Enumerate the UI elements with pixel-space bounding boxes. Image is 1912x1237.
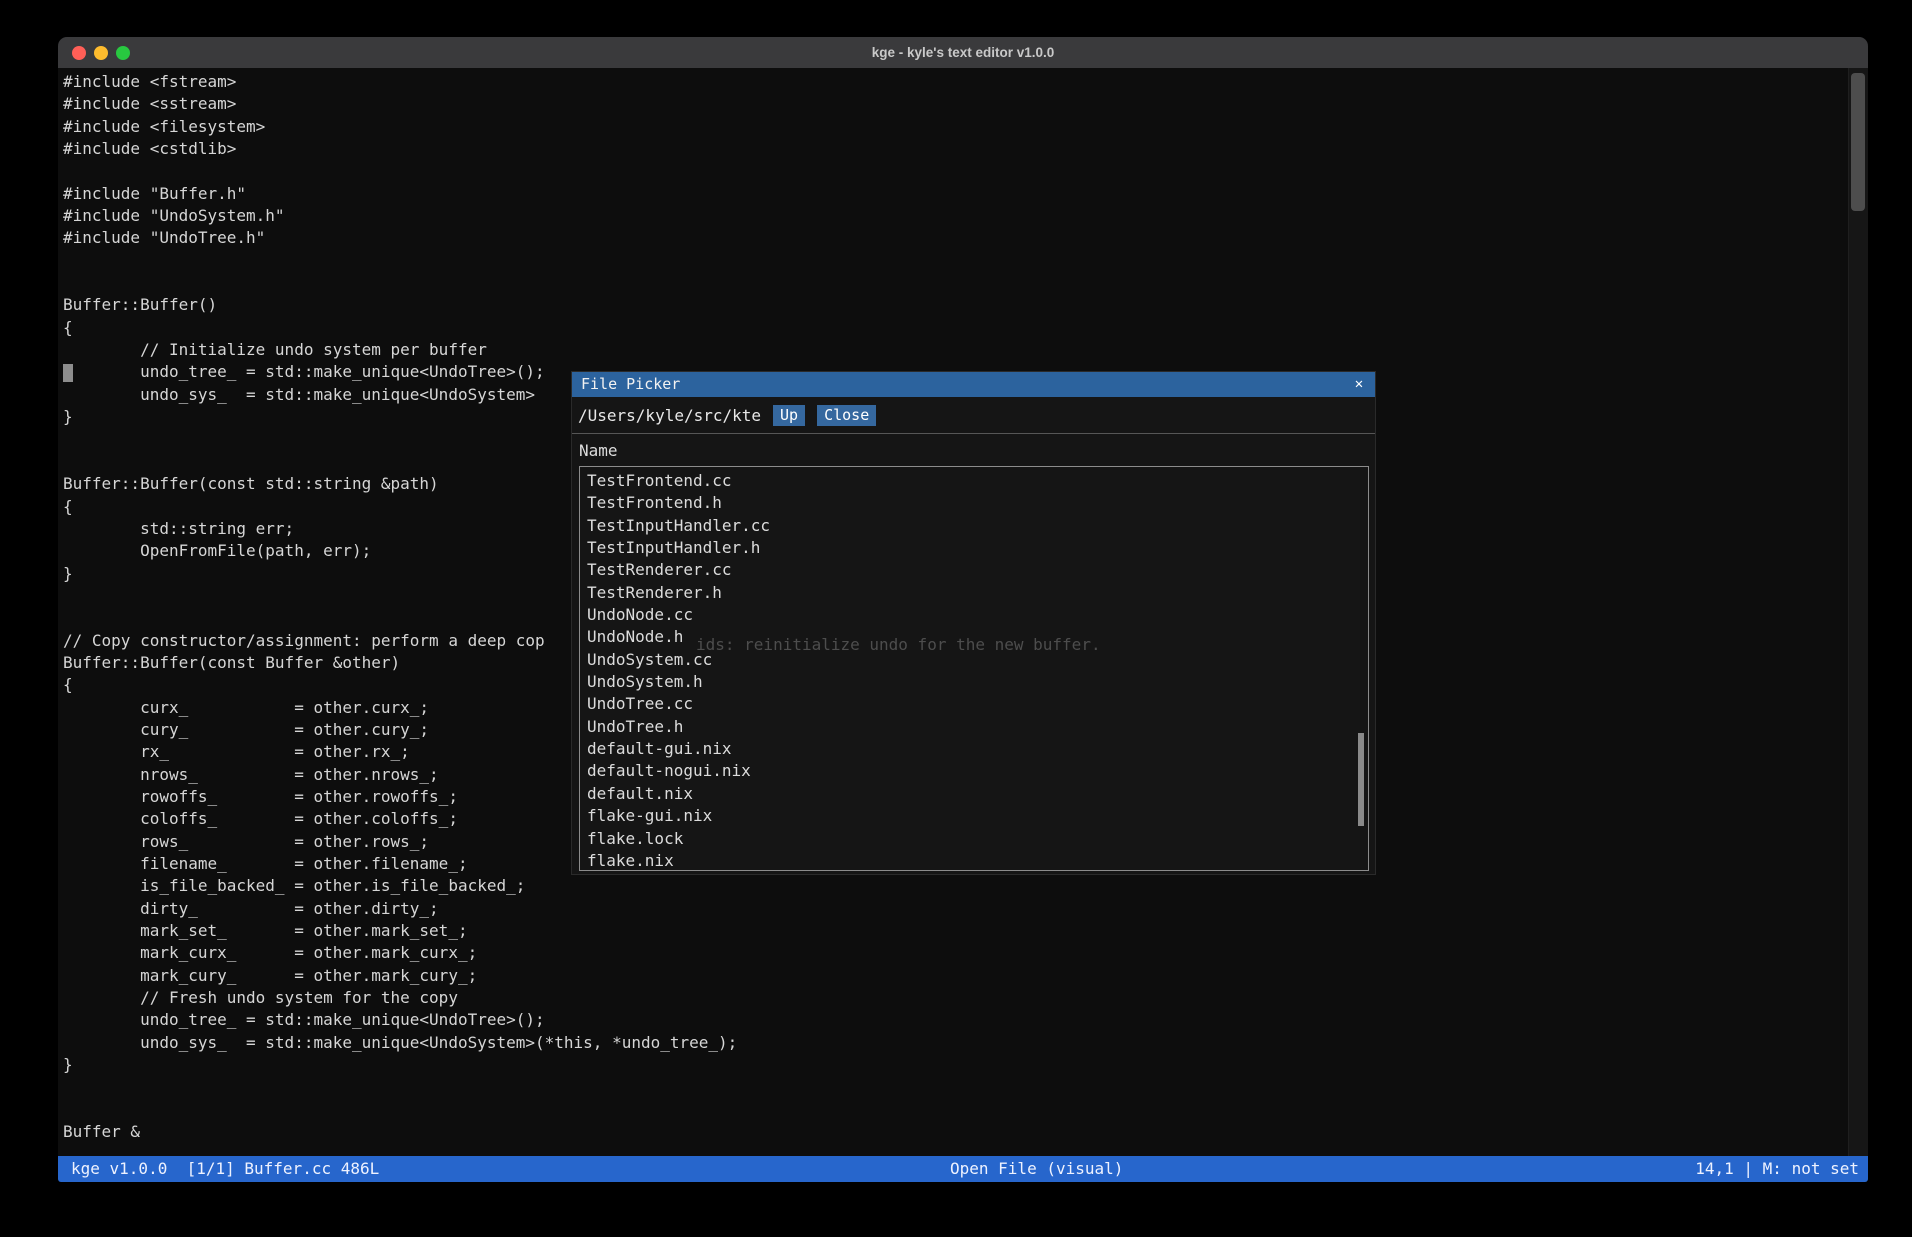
name-column-header: Name bbox=[572, 434, 1375, 466]
file-list-item[interactable]: default.nix bbox=[580, 783, 1368, 805]
up-button[interactable]: Up bbox=[773, 405, 805, 426]
file-list-item[interactable]: UndoSystem.cc bbox=[580, 649, 1368, 671]
close-button[interactable]: Close bbox=[817, 405, 876, 426]
file-list-item[interactable]: TestInputHandler.cc bbox=[580, 515, 1368, 537]
status-cursor-position: 14,1 | M: not set bbox=[1695, 1156, 1859, 1182]
file-list-item[interactable]: UndoTree.h bbox=[580, 716, 1368, 738]
file-list-item[interactable]: TestRenderer.cc bbox=[580, 559, 1368, 581]
status-mode: Open File (visual) bbox=[950, 1156, 1123, 1182]
close-icon[interactable]: ✕ bbox=[1350, 372, 1368, 397]
window-titlebar[interactable]: kge - kyle's text editor v1.0.0 bbox=[58, 37, 1868, 69]
file-list-item[interactable]: UndoNode.cc bbox=[580, 604, 1368, 626]
file-list-item[interactable]: UndoTree.cc bbox=[580, 693, 1368, 715]
status-left: kge v1.0.0 [1/1] Buffer.cc 486L bbox=[71, 1156, 379, 1182]
editor-cursor bbox=[63, 364, 73, 382]
file-list-item[interactable]: UndoSystem.h bbox=[580, 671, 1368, 693]
editor-scrollbar[interactable] bbox=[1848, 68, 1868, 1156]
file-picker-title: File Picker bbox=[581, 375, 680, 393]
file-list-item[interactable]: TestRenderer.h bbox=[580, 582, 1368, 604]
file-list-item[interactable]: default-gui.nix bbox=[580, 738, 1368, 760]
editor-scrollbar-thumb[interactable] bbox=[1851, 73, 1865, 211]
file-list-item[interactable]: default-nogui.nix bbox=[580, 760, 1368, 782]
file-list-scrollbar-thumb[interactable] bbox=[1358, 733, 1364, 826]
file-list-item[interactable]: flake-gui.nix bbox=[580, 805, 1368, 827]
file-picker-titlebar[interactable]: File Picker ✕ bbox=[572, 372, 1375, 397]
file-list-item[interactable]: flake.nix bbox=[580, 850, 1368, 871]
file-list-item[interactable]: TestInputHandler.h bbox=[580, 537, 1368, 559]
file-list-item[interactable]: TestFrontend.h bbox=[580, 492, 1368, 514]
file-picker-path-row: /Users/kyle/src/kte Up Close bbox=[572, 397, 1375, 433]
current-path: /Users/kyle/src/kte bbox=[578, 406, 761, 425]
status-bar: kge v1.0.0 [1/1] Buffer.cc 486L Open Fil… bbox=[58, 1156, 1868, 1182]
editor-window: kge - kyle's text editor v1.0.0 #include… bbox=[58, 37, 1868, 1182]
window-title: kge - kyle's text editor v1.0.0 bbox=[58, 37, 1868, 68]
file-list-item[interactable]: TestFrontend.cc bbox=[580, 470, 1368, 492]
file-picker-dialog: File Picker ✕ /Users/kyle/src/kte Up Clo… bbox=[571, 371, 1376, 875]
file-list-item[interactable]: flake.lock bbox=[580, 828, 1368, 850]
file-list-item[interactable]: UndoNode.h bbox=[580, 626, 1368, 648]
file-list[interactable]: ids: reinitialize undo for the new buffe… bbox=[579, 466, 1369, 871]
file-list-items: TestFrontend.ccTestFrontend.hTestInputHa… bbox=[580, 470, 1368, 871]
